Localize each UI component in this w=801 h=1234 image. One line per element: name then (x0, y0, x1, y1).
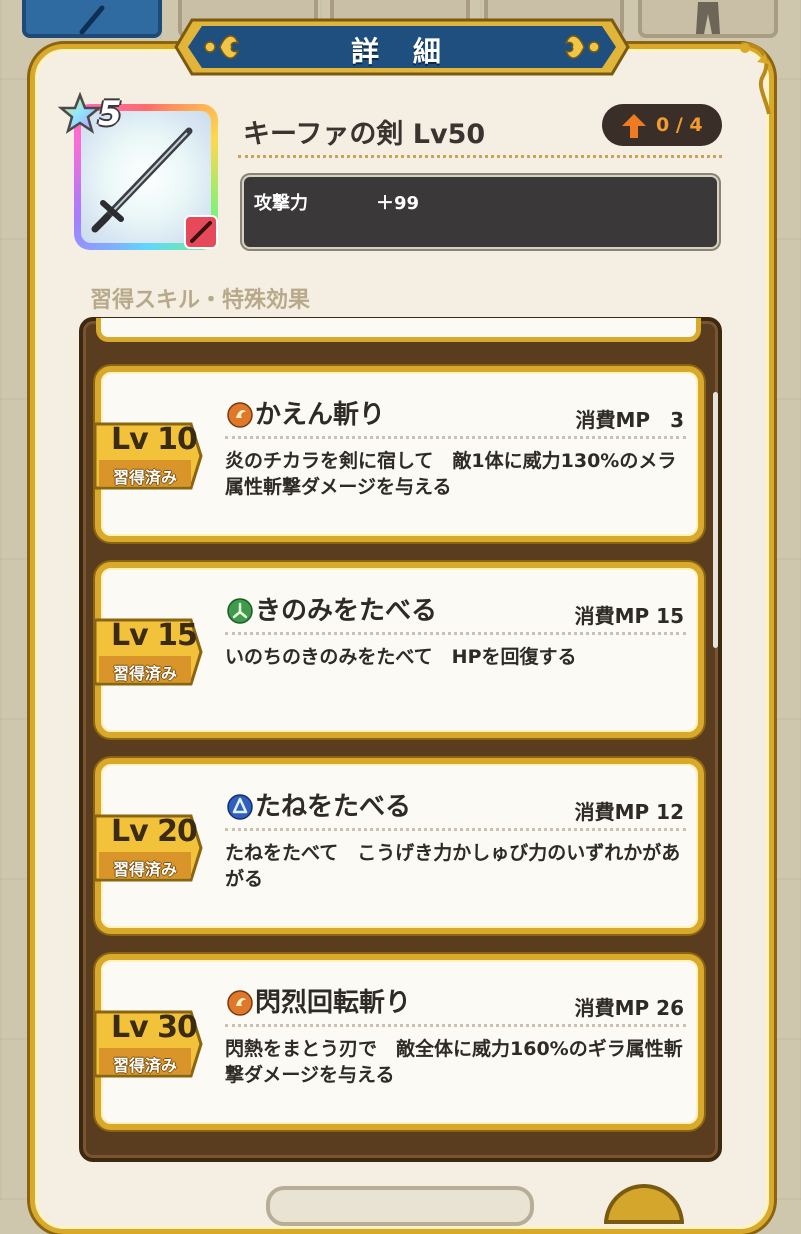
level-label: Lv 15 (111, 618, 198, 653)
skill-divider (225, 1024, 686, 1027)
stat-label: 攻撃力 (254, 193, 308, 214)
skill-description: 炎のチカラを剣に宿して 敵1体に威力130%のメラ属性斬撃ダメージを与える (225, 450, 677, 498)
skill-divider (225, 436, 686, 439)
skill-card[interactable]: Lv 20 習得済み たねをたべる 消費MP 12 たねをたべて こうげき力かし… (95, 758, 704, 934)
learned-label: 習得済み (113, 860, 178, 879)
skill-name: 閃烈回転斬り (255, 988, 412, 1018)
skill-description: たねをたべて こうげき力かしゅび力のいずれかがあがる (225, 842, 681, 890)
learned-label: 習得済み (113, 1056, 178, 1075)
pants-tab-icon (696, 2, 720, 34)
skill-card[interactable]: Lv 15 習得済み きのみをたべる 消費MP 15 いのちのきのみをたべて H… (95, 562, 704, 738)
title-banner (174, 18, 630, 76)
skill-card[interactable]: Lv 30 習得済み 閃烈回転斬り 消費MP 26 閃熱をまとう刃で 敵全体に威… (95, 954, 704, 1130)
skill-mp-cost: 消費MP 3 (575, 408, 684, 432)
skill-name: きのみをたべる (255, 596, 438, 626)
skill-name: たねをたべる (255, 792, 412, 822)
star-icon (58, 92, 102, 134)
rarity-number: 5 (98, 94, 122, 134)
level-label: Lv 10 (111, 422, 198, 457)
learned-label: 習得済み (113, 664, 178, 683)
skill-description: 閃熱をまとう刃で 敵全体に威力160%のギラ属性斬撃ダメージを与える (225, 1038, 683, 1086)
sword-tab-icon (79, 5, 105, 35)
skill-name: かえん斬り (255, 400, 386, 430)
item-name: キーファの剣 Lv50 (243, 119, 486, 150)
upgrade-count: 0 / 4 (656, 114, 703, 136)
tab-armor-4[interactable] (638, 0, 778, 38)
weapon-type-badge (184, 215, 218, 249)
buff-skill-icon (227, 794, 253, 820)
section-title: 習得スキル・特殊効果 (90, 288, 311, 313)
close-button[interactable] (266, 1186, 534, 1226)
stat-box: 攻撃力 ＋99 (242, 175, 719, 249)
level-label: Lv 30 (111, 1010, 198, 1045)
skill-divider (225, 632, 686, 635)
corner-ornament-icon (740, 42, 771, 115)
header-divider (238, 155, 722, 158)
up-arrow-icon (622, 114, 646, 138)
skill-mp-cost: 消費MP 12 (574, 800, 684, 824)
skill-card[interactable]: Lv 10 習得済み かえん斬り 消費MP 3 炎のチカラを剣に宿して 敵1体に… (95, 366, 704, 542)
upgrade-counter[interactable]: 0 / 4 (602, 104, 722, 146)
heal-skill-icon (227, 598, 253, 624)
sword-type-icon (190, 221, 212, 243)
tab-weapon[interactable] (22, 0, 162, 38)
level-label: Lv 20 (111, 814, 198, 849)
scrollbar[interactable] (713, 392, 718, 648)
skill-mp-cost: 消費MP 26 (574, 996, 684, 1020)
skill-mp-cost: 消費MP 15 (574, 604, 684, 628)
fire-skill-icon (227, 990, 253, 1016)
skill-divider (225, 828, 686, 831)
fire-skill-icon (227, 402, 253, 428)
learned-label: 習得済み (113, 468, 178, 487)
skill-description: いのちのきのみをたべて HPを回復する (225, 646, 577, 668)
previous-card-edge (96, 318, 701, 342)
stat-value: ＋99 (376, 193, 420, 214)
